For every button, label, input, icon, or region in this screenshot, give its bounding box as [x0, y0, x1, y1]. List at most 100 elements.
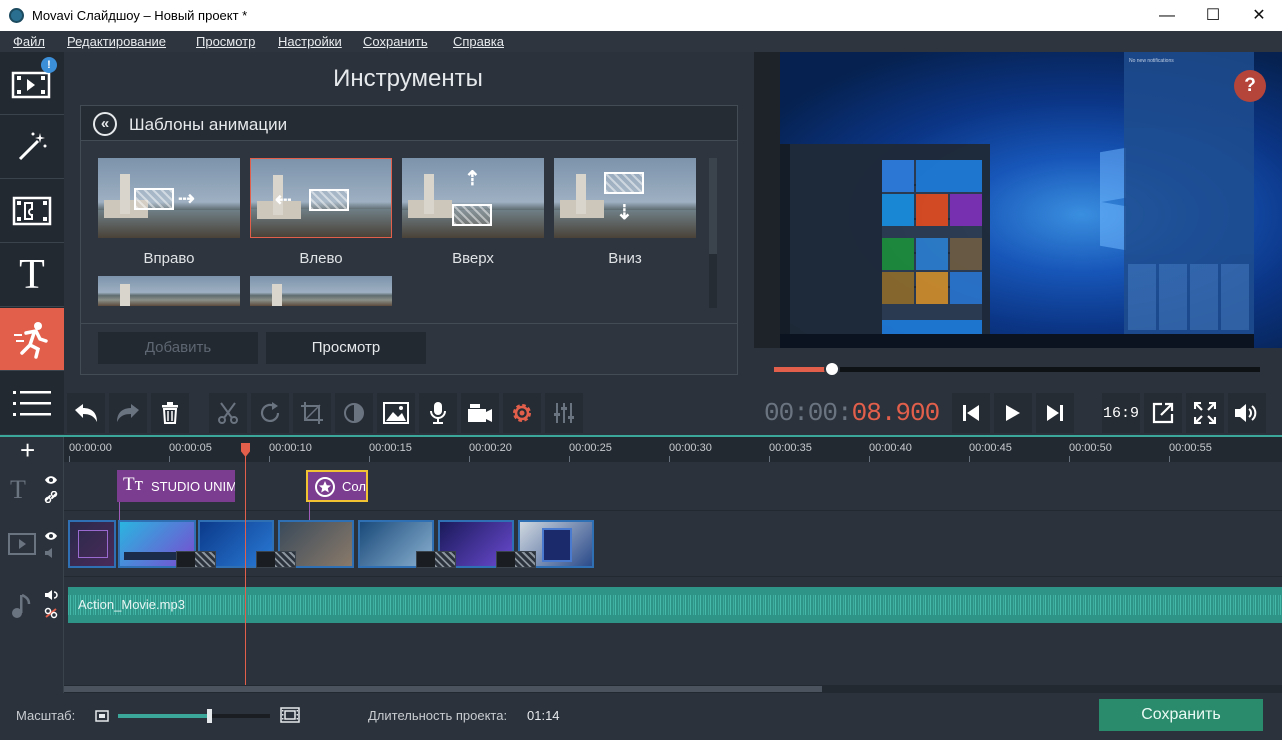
close-button[interactable]: ✕: [1236, 0, 1282, 31]
minimize-button[interactable]: —: [1144, 0, 1190, 31]
template-label: Влево: [299, 250, 343, 267]
transition-marker[interactable]: [496, 551, 536, 568]
title-clip-selected[interactable]: Сол: [306, 470, 368, 502]
video-clip[interactable]: [68, 520, 116, 568]
color-adjust-icon: [344, 403, 364, 423]
transition-marker[interactable]: [416, 551, 456, 568]
title-clip-text: Сол: [342, 479, 366, 494]
title-clip[interactable]: Tт STUDIO UNIM: [117, 470, 235, 502]
camera-button[interactable]: [461, 393, 499, 433]
tick-label: 00:00:55: [1169, 442, 1212, 454]
aspect-ratio-label: 16:9: [1102, 404, 1139, 422]
text-icon: T: [19, 252, 45, 298]
menu-file[interactable]: Файл: [13, 34, 45, 49]
add-button[interactable]: Добавить: [98, 332, 258, 364]
arrow-down-icon: ⇣: [616, 202, 633, 224]
duration-value: 01:14: [527, 708, 560, 723]
transition-marker[interactable]: [176, 551, 216, 568]
aspect-ratio-button[interactable]: 16:9: [1102, 393, 1140, 433]
text-track-icon: T: [10, 475, 26, 504]
template-partial[interactable]: [250, 276, 392, 306]
zoom-slider[interactable]: [118, 714, 270, 718]
sidebar-item-titles[interactable]: T: [0, 244, 64, 307]
seekbar-handle[interactable]: [824, 361, 840, 377]
template-left[interactable]: ⇠: [250, 158, 392, 238]
image-button[interactable]: [377, 393, 415, 433]
play-button[interactable]: [994, 393, 1032, 433]
eye-icon[interactable]: [44, 531, 58, 541]
title-track: [64, 462, 1282, 511]
tick-label: 00:00:35: [769, 442, 812, 454]
preview-seekbar[interactable]: [774, 367, 1260, 372]
add-track-button[interactable]: +: [20, 437, 35, 463]
preview-screen[interactable]: No new notifications ?: [754, 52, 1282, 348]
timeline: + T 00:00:00 00:00:05 00:00:10 00:00:15 …: [0, 435, 1282, 693]
arrow-right-icon: ⇢: [178, 188, 195, 210]
rotate-button[interactable]: [251, 393, 289, 433]
timeline-scrollbar[interactable]: [64, 685, 1282, 693]
previous-button[interactable]: [952, 393, 990, 433]
zoom-label: Масштаб:: [16, 708, 76, 723]
maximize-button[interactable]: ☐: [1190, 0, 1236, 31]
running-man-icon: [14, 322, 48, 359]
link-icon[interactable]: [44, 491, 58, 503]
menu-help[interactable]: Справка: [453, 34, 504, 49]
cut-button[interactable]: [209, 393, 247, 433]
equalizer-button[interactable]: [545, 393, 583, 433]
microphone-icon: [430, 402, 446, 424]
tools-panel: Инструменты « Шаблоны анимации ⇢ Вправо …: [64, 52, 752, 434]
template-partial[interactable]: [98, 276, 240, 306]
sidebar-item-more[interactable]: [0, 372, 64, 435]
audio-clip[interactable]: [68, 587, 1282, 623]
zoom-out-icon[interactable]: [95, 710, 109, 722]
tick-label: 00:00:50: [1069, 442, 1112, 454]
settings-button[interactable]: [503, 393, 541, 433]
sidebar-item-import[interactable]: !: [0, 52, 64, 115]
color-adjust-button[interactable]: [335, 393, 373, 433]
template-right[interactable]: ⇢: [98, 158, 240, 238]
sidebar-item-animation[interactable]: [0, 308, 64, 371]
unlink-icon[interactable]: [44, 607, 58, 619]
preview-button[interactable]: Просмотр: [266, 332, 426, 364]
settings-icon: [513, 404, 531, 422]
menu-edit[interactable]: Редактирование: [67, 34, 166, 49]
redo-button[interactable]: [109, 393, 147, 433]
playhead[interactable]: [245, 445, 246, 685]
audio-clip-name: Action_Movie.mp3: [78, 597, 185, 612]
templates-scrollbar[interactable]: [709, 158, 717, 308]
template-up[interactable]: ⇡: [402, 158, 544, 238]
menu-bar: Файл Редактирование Просмотр Настройки С…: [0, 31, 1282, 52]
tick-label: 00:00:40: [869, 442, 912, 454]
sidebar-item-transitions[interactable]: [0, 180, 64, 243]
undo-button[interactable]: [67, 393, 105, 433]
menu-settings[interactable]: Настройки: [278, 34, 342, 49]
microphone-button[interactable]: [419, 393, 457, 433]
zoom-slider-handle[interactable]: [207, 709, 212, 723]
volume-button[interactable]: [1228, 393, 1266, 433]
speaker-muted-icon[interactable]: [44, 547, 58, 559]
next-icon: [1047, 405, 1063, 421]
template-down[interactable]: ⇣: [554, 158, 696, 238]
text-tt-icon: Tт: [123, 474, 143, 495]
external-preview-icon: [1152, 402, 1174, 424]
help-button[interactable]: ?: [1234, 70, 1266, 102]
tick-label: 00:00:05: [169, 442, 212, 454]
fullscreen-button[interactable]: [1186, 393, 1224, 433]
menu-save[interactable]: Сохранить: [363, 34, 428, 49]
app-logo-icon: [9, 8, 24, 23]
arrow-up-icon: ⇡: [464, 168, 481, 190]
zoom-in-icon[interactable]: [280, 707, 300, 723]
speaker-icon[interactable]: [44, 589, 58, 601]
menu-view[interactable]: Просмотр: [196, 34, 255, 49]
transition-marker[interactable]: [256, 551, 296, 568]
back-button[interactable]: «: [93, 112, 117, 136]
delete-button[interactable]: [151, 393, 189, 433]
sidebar-item-filters[interactable]: [0, 116, 64, 179]
eye-icon[interactable]: [44, 475, 58, 485]
star-badge-icon: [315, 477, 335, 497]
external-preview-button[interactable]: [1144, 393, 1182, 433]
save-button[interactable]: Сохранить: [1099, 699, 1263, 731]
next-button[interactable]: [1036, 393, 1074, 433]
crop-button[interactable]: [293, 393, 331, 433]
preview-panel: No new notifications ?: [752, 52, 1282, 434]
